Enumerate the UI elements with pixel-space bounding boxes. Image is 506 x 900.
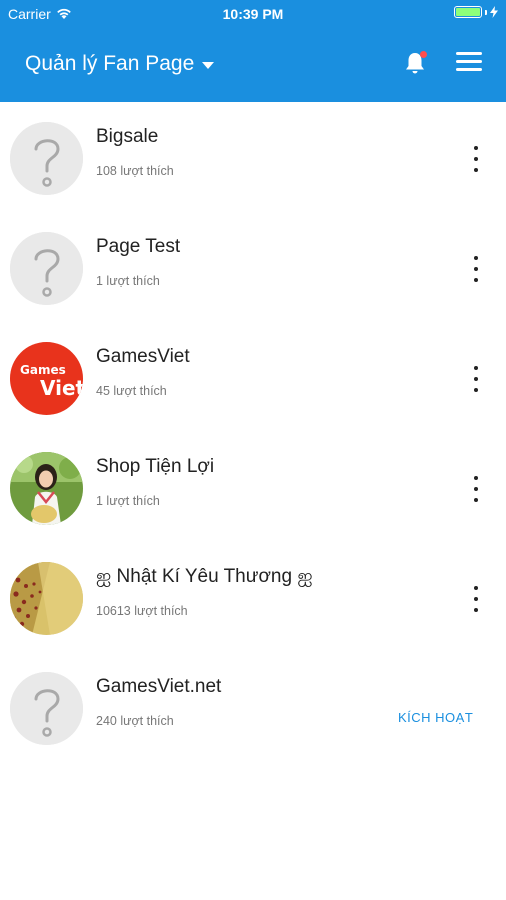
caret-down-icon (202, 61, 215, 69)
more-options-button[interactable] (466, 366, 486, 392)
charging-bolt-icon (490, 6, 498, 18)
page-name: Bigsale (96, 126, 159, 147)
battery-indicator (454, 6, 498, 18)
more-options-button[interactable] (466, 476, 486, 502)
battery-icon (454, 6, 482, 18)
menu-icon (456, 52, 482, 71)
page-likes: 1 lượt thích (96, 494, 160, 508)
hearts-photo (10, 562, 83, 635)
page-selector-dropdown[interactable]: Quản lý Fan Page (25, 52, 215, 76)
list-item[interactable]: GamesViet.net 240 lượt thích KÍCH HOẠT (0, 652, 506, 762)
status-bar: Carrier 10:39 PM (0, 0, 506, 28)
profile-photo (10, 452, 83, 525)
question-mark-icon (10, 232, 83, 305)
page-likes: 10613 lượt thích (96, 604, 188, 618)
page-likes: 45 lượt thích (96, 384, 167, 398)
logo-text-bottom: Viet (40, 376, 83, 400)
page-likes: 240 lượt thích (96, 714, 174, 728)
more-options-button[interactable] (466, 256, 486, 282)
avatar (10, 672, 83, 745)
page-likes: 1 lượt thích (96, 274, 160, 288)
app-header: Carrier 10:39 PM Quản lý Fan Page (0, 0, 506, 102)
more-options-button[interactable] (466, 146, 486, 172)
more-vertical-icon (474, 256, 478, 260)
notification-dot (420, 51, 427, 58)
more-vertical-icon (474, 586, 478, 590)
more-vertical-icon (474, 476, 478, 480)
gamesviet-logo: Games Viet (10, 342, 83, 415)
avatar (10, 122, 83, 195)
avatar (10, 452, 83, 525)
page-name: Shop Tiện Lợi (96, 456, 215, 477)
more-options-button[interactable] (466, 586, 486, 612)
avatar: Games Viet (10, 342, 83, 415)
notifications-button[interactable] (400, 48, 430, 78)
fan-page-list: Bigsale 108 lượt thích Page Test 1 lượt … (0, 102, 506, 762)
list-item[interactable]: Page Test 1 lượt thích (0, 212, 506, 322)
list-item[interactable]: Shop Tiện Lợi 1 lượt thích (0, 432, 506, 542)
status-time: 10:39 PM (222, 6, 284, 22)
page-name: GamesViet (96, 346, 190, 367)
question-mark-icon (10, 672, 83, 745)
activate-button[interactable]: KÍCH HOẠT (398, 710, 473, 725)
avatar (10, 232, 83, 305)
menu-button[interactable] (456, 52, 482, 74)
page-likes: 108 lượt thích (96, 164, 174, 178)
more-vertical-icon (474, 366, 478, 370)
list-item[interactable]: Bigsale 108 lượt thích (0, 102, 506, 212)
page-name: GamesViet.net (96, 676, 222, 697)
list-item[interactable]: ஐ Nhật Kí Yêu Thương ஐ 10613 lượt thích (0, 542, 506, 652)
page-name: ஐ Nhật Kí Yêu Thương ஐ (96, 566, 313, 587)
page-title: Quản lý Fan Page (25, 52, 195, 75)
page-name: Page Test (96, 236, 181, 257)
avatar (10, 562, 83, 635)
list-item[interactable]: Games Viet GamesViet 45 lượt thích (0, 322, 506, 432)
more-vertical-icon (474, 146, 478, 150)
question-mark-icon (10, 122, 83, 195)
title-bar: Quản lý Fan Page (0, 40, 506, 88)
logo-text-top: Games (20, 363, 66, 377)
